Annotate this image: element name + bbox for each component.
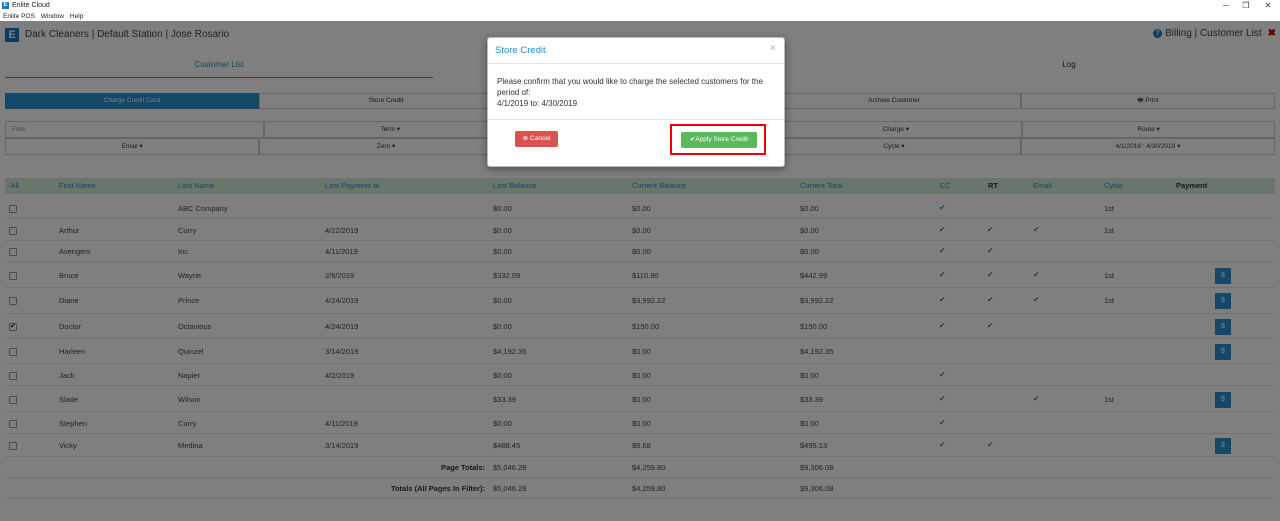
highlight-box: ✔Apply Store Credit bbox=[670, 124, 766, 155]
modal-title: Store Credit bbox=[495, 45, 546, 56]
window-titlebar: E Enlite Cloud ─ ❐ ✕ bbox=[0, 0, 1280, 11]
minimize-icon[interactable]: ─ bbox=[1216, 0, 1236, 11]
modal-message: Please confirm that you would like to ch… bbox=[497, 77, 763, 97]
cancel-button[interactable]: ⊗ Cancel bbox=[515, 131, 558, 147]
modal-period: 4/1/2019 to: 4/30/2019 bbox=[497, 99, 578, 108]
modal-body: Please confirm that you would like to ch… bbox=[488, 64, 784, 120]
modal-footer: ⊗ Cancel ✔Apply Store Credit bbox=[488, 120, 784, 166]
cancel-label: Cancel bbox=[530, 135, 551, 142]
menubar: Enlite POS Window Help bbox=[0, 11, 1280, 21]
close-icon[interactable]: ✕ bbox=[1258, 0, 1278, 11]
store-credit-modal: Store Credit × Please confirm that you w… bbox=[487, 37, 785, 167]
modal-header: Store Credit × bbox=[488, 38, 784, 64]
apply-label: Apply Store Credit bbox=[695, 136, 749, 143]
app-icon: E bbox=[2, 2, 9, 9]
cancel-icon: ⊗ bbox=[522, 135, 529, 142]
close-icon[interactable]: × bbox=[770, 43, 776, 54]
window-title: Enlite Cloud bbox=[12, 2, 50, 9]
apply-store-credit-button[interactable]: ✔Apply Store Credit bbox=[681, 132, 757, 148]
menu-enlite-pos[interactable]: Enlite POS bbox=[3, 13, 35, 20]
menu-help[interactable]: Help bbox=[70, 13, 83, 20]
maximize-icon[interactable]: ❐ bbox=[1236, 0, 1256, 11]
menu-window[interactable]: Window bbox=[41, 13, 64, 20]
